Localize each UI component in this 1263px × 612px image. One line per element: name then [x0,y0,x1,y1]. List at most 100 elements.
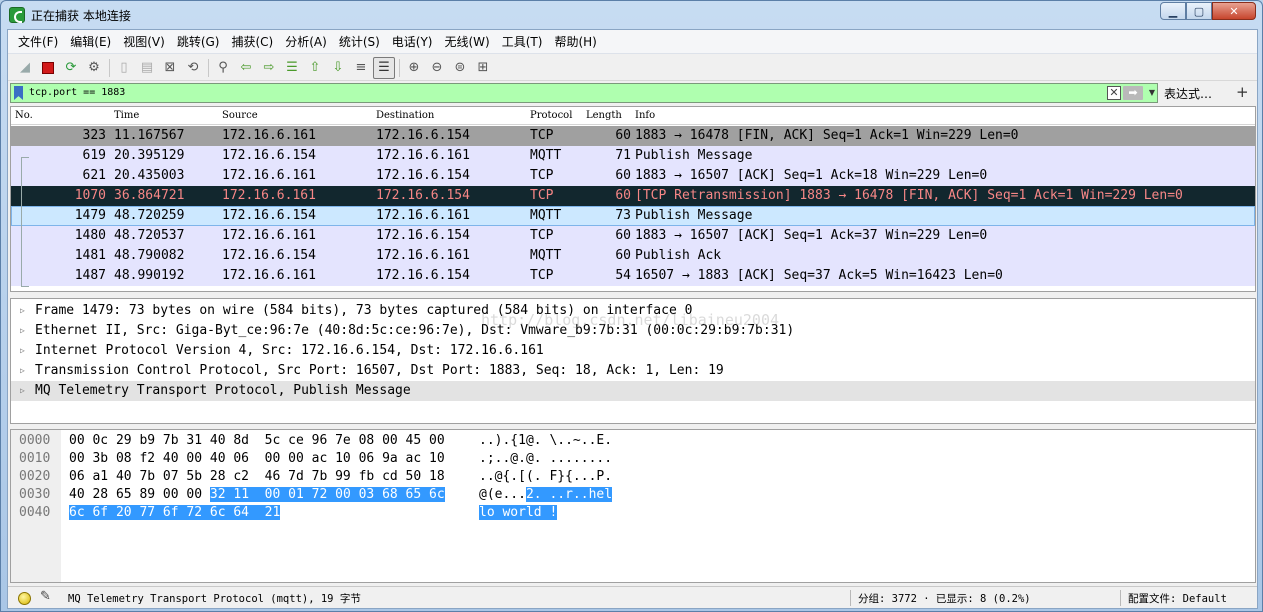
minimize-button[interactable]: ▁ [1160,2,1186,20]
packet-cell-proto: TCP [530,268,554,283]
stop-capture-button[interactable] [37,57,59,79]
expand-arrow-icon[interactable]: ▷ [20,341,25,361]
resize-columns-button[interactable]: ⊞ [472,57,494,79]
main-client: 文件(F) 编辑(E) 视图(V) 跳转(G) 捕获(C) 分析(A) 统计(S… [7,29,1258,609]
column-source[interactable]: Source [222,110,258,121]
menu-help[interactable]: 帮助(H) [548,31,602,53]
status-profile[interactable]: 配置文件: Default [1128,591,1227,606]
autoscroll-button[interactable]: ≡ [350,57,372,79]
clear-filter-icon[interactable]: ✕ [1107,86,1121,100]
save-file-button[interactable]: ▤ [136,57,158,79]
title-bar[interactable]: 正在捕获 本地连接 ▁ ▢ ✕ [1,1,1262,29]
open-file-button[interactable]: ▯ [113,57,135,79]
menu-analyze[interactable]: 分析(A) [279,31,333,53]
autoscroll-icon: ≡ [355,60,367,75]
byte-hex[interactable]: 40 28 65 89 00 00 32 11 00 01 72 00 03 6… [69,486,445,504]
detail-ip[interactable]: ▷ Internet Protocol Version 4, Src: 172.1… [11,341,1255,361]
packet-cell-dst: 172.16.6.154 [376,188,470,203]
column-no[interactable]: No. [15,110,33,121]
apply-filter-arrow-icon[interactable]: ➡ [1123,86,1143,100]
expand-arrow-icon[interactable]: ▷ [20,381,25,401]
reload-file-button[interactable]: ⟲ [182,57,204,79]
detail-tcp[interactable]: ▷ Transmission Control Protocol, Src Port… [11,361,1255,381]
column-length[interactable]: Length [586,110,622,121]
find-packet-button[interactable]: ⚲ [212,57,234,79]
packet-list[interactable]: No. Time Source Destination Protocol Len… [10,106,1256,292]
packet-list-header: No. Time Source Destination Protocol Len… [11,107,1255,125]
menu-statistics[interactable]: 统计(S) [333,31,386,53]
conversation-bracket-tick [21,286,29,287]
display-filter-input[interactable]: tcp.port == 1883 ✕ ➡ ▼ [10,83,1158,103]
expert-info-icon[interactable] [18,592,31,605]
byte-hex[interactable]: 6c 6f 20 77 6f 72 6c 64 21 [69,504,281,522]
packet-row[interactable]: 1070 36.864721 172.16.6.161 172.16.6.154 TCP… [11,186,1255,206]
packet-bytes[interactable]: 0000 00 0c 29 b9 7b 31 40 8d 5c ce 96 7e … [10,429,1256,583]
go-forward-button[interactable]: ⇨ [258,57,280,79]
colorize-button[interactable]: ☰ [373,56,395,79]
packet-row[interactable]: 1487 48.990192 172.16.6.161 172.16.6.154 TCP… [11,266,1255,286]
window-title: 正在捕获 本地连接 [31,9,131,23]
expression-button[interactable]: 表达式… [1164,85,1212,102]
menu-view[interactable]: 视图(V) [117,31,171,53]
bookmark-icon[interactable] [14,86,23,100]
packet-cell-len: 54 [615,268,631,283]
menu-wireless[interactable]: 无线(W) [439,31,496,53]
close-file-button[interactable]: ⊠ [159,57,181,79]
byte-row[interactable]: 0000 00 0c 29 b9 7b 31 40 8d 5c ce 96 7e … [11,432,1255,450]
packet-details[interactable]: ▷ Frame 1479: 73 bytes on wire (584 bits)… [10,298,1256,424]
packet-cell-len: 60 [615,128,631,143]
go-to-packet-button[interactable]: ☰ [281,57,303,79]
packet-row[interactable]: 1480 48.720537 172.16.6.161 172.16.6.154 TCP… [11,226,1255,246]
restart-capture-button[interactable]: ⟳ [60,57,82,79]
go-first-button[interactable]: ⇧ [304,57,326,79]
add-filter-button[interactable]: + [1236,83,1249,101]
packet-row[interactable]: 1481 48.790082 172.16.6.154 172.16.6.161 MQT… [11,246,1255,266]
column-time[interactable]: Time [114,110,139,121]
column-protocol[interactable]: Protocol [530,110,572,121]
menu-telephony[interactable]: 电话(Y) [386,31,439,53]
expand-arrow-icon[interactable]: ▷ [20,361,25,381]
packet-row[interactable]: 323 11.167567 172.16.6.161 172.16.6.154 TCP 6… [11,126,1255,146]
display-filter-value[interactable]: tcp.port == 1883 [29,87,125,98]
packet-row[interactable]: 1479 48.720259 172.16.6.154 172.16.6.161 MQT… [11,206,1255,226]
column-destination[interactable]: Destination [376,110,434,121]
menu-go[interactable]: 跳转(G) [171,31,226,53]
go-last-button[interactable]: ⇩ [327,57,349,79]
detail-mqtt[interactable]: ▷ MQ Telemetry Transport Protocol, Publis… [11,381,1255,401]
byte-hex[interactable]: 06 a1 40 7b 07 5b 28 c2 46 7d 7b 99 fb c… [69,468,445,486]
expand-arrow-icon[interactable]: ▷ [20,301,25,321]
menu-file[interactable]: 文件(F) [12,31,64,53]
menu-edit[interactable]: 编辑(E) [64,31,117,53]
toolbar-separator [205,57,211,79]
column-info[interactable]: Info [635,110,655,121]
packet-cell-time: 20.395129 [114,148,185,163]
byte-row[interactable]: 0040 6c 6f 20 77 6f 72 6c 64 21 lo world ! [11,504,1255,522]
close-button[interactable]: ✕ [1212,2,1256,20]
packet-row[interactable]: 619 20.395129 172.16.6.154 172.16.6.161 MQTT… [11,146,1255,166]
byte-ascii[interactable]: .;..@.@. ........ [479,450,612,468]
expand-arrow-icon[interactable]: ▷ [20,321,25,341]
byte-ascii[interactable]: ..).{1@. \..~..E. [479,432,612,450]
capture-options-button[interactable]: ⚙ [83,57,105,79]
byte-row[interactable]: 0030 40 28 65 89 00 00 32 11 00 01 72 00 … [11,486,1255,504]
packet-row[interactable]: 621 20.435003 172.16.6.161 172.16.6.154 TCP 6… [11,166,1255,186]
byte-ascii[interactable]: @(e...2. ..r..hel [479,486,613,504]
byte-row[interactable]: 0020 06 a1 40 7b 07 5b 28 c2 46 7d 7b 99 … [11,468,1255,486]
packet-cell-src: 172.16.6.161 [222,168,316,183]
menu-capture[interactable]: 捕获(C) [225,31,279,53]
chevron-down-icon[interactable]: ▼ [1149,88,1155,97]
zoom-in-button[interactable]: ⊕ [403,57,425,79]
byte-hex[interactable]: 00 3b 08 f2 40 00 40 06 00 00 ac 10 06 9… [69,450,445,468]
maximize-button[interactable]: ▢ [1186,2,1212,20]
byte-ascii[interactable]: ..@{.[(. F}{...P. [479,468,612,486]
start-capture-button[interactable]: ◢ [14,57,36,79]
zoom-out-button[interactable]: ⊖ [426,57,448,79]
menu-tools[interactable]: 工具(T) [496,31,549,53]
edit-comment-icon[interactable]: ✎ [40,589,51,604]
byte-row[interactable]: 0010 00 3b 08 f2 40 00 40 06 00 00 ac 10 … [11,450,1255,468]
byte-ascii[interactable]: lo world ! [479,504,558,522]
byte-hex[interactable]: 00 0c 29 b9 7b 31 40 8d 5c ce 96 7e 08 0… [69,432,445,450]
go-back-button[interactable]: ⇦ [235,57,257,79]
packet-cell-len: 73 [615,208,631,223]
zoom-normal-button[interactable]: ⊜ [449,57,471,79]
